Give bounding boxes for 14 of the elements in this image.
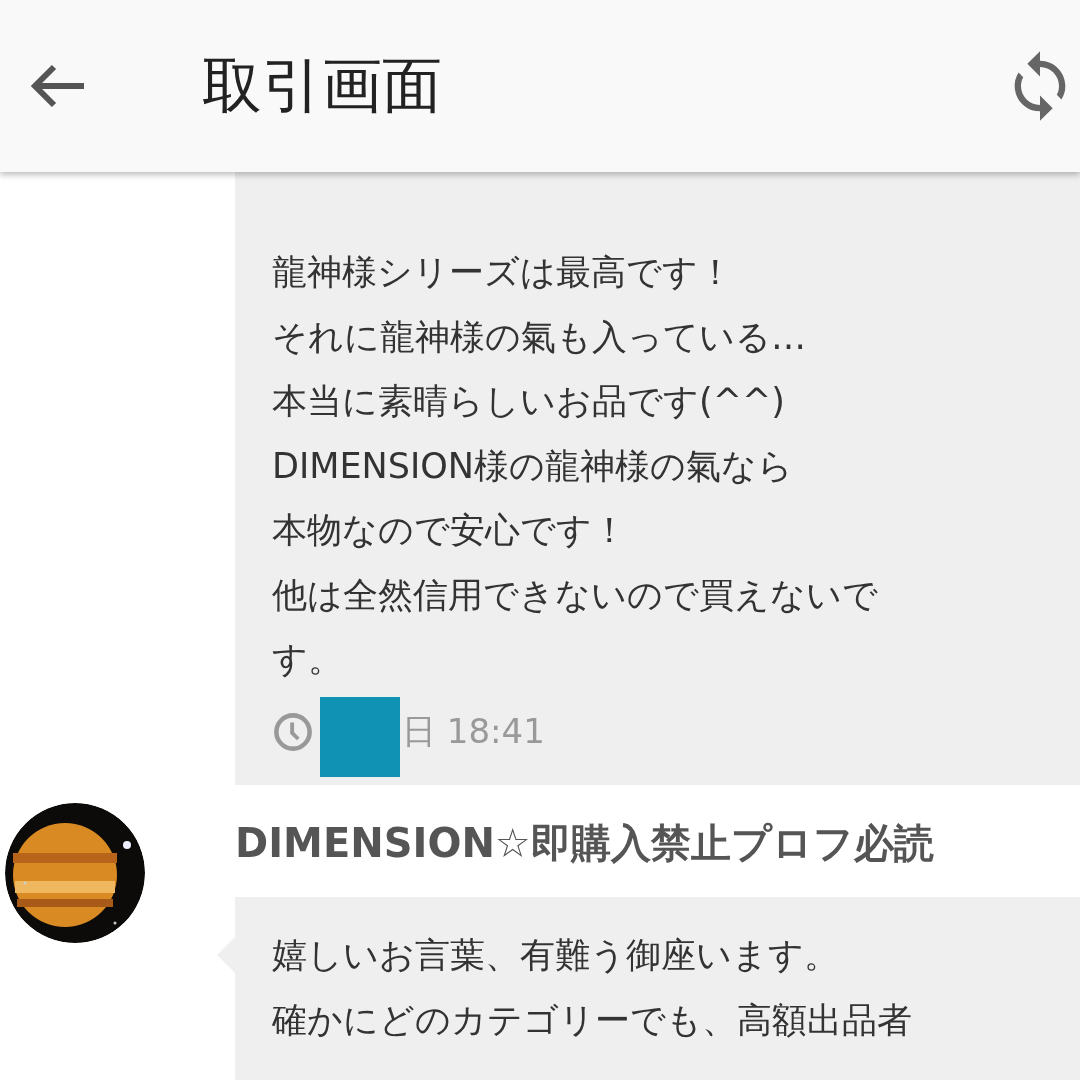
message-line: 嬉しいお言葉、有難う御座います。 (272, 934, 839, 977)
message-line: DIMENSION様の龍神様の氣なら (272, 444, 794, 488)
sender-name: DIMENSION☆即購入禁止プロフ必読 (235, 819, 935, 868)
message-line: 龍神様シリーズは最高です！ (272, 251, 733, 294)
message-line: す。 (272, 638, 343, 681)
message-line: 他は全然信用できないので買えないで (272, 573, 878, 617)
clock-icon (272, 710, 314, 753)
message-line: それに龍神様の氣も入っている… (272, 315, 806, 359)
message-line: 本当に素晴らしいお品です(^^) (272, 380, 785, 423)
screen-title: 取引画面 (202, 48, 443, 122)
back-arrow-icon[interactable] (30, 64, 86, 108)
message-line: 確かにどのカテゴリーでも、高額出品者 (272, 998, 912, 1042)
message-time: 日 18:41 (402, 709, 545, 753)
message-line: 本物なので安心です！ (272, 509, 627, 552)
